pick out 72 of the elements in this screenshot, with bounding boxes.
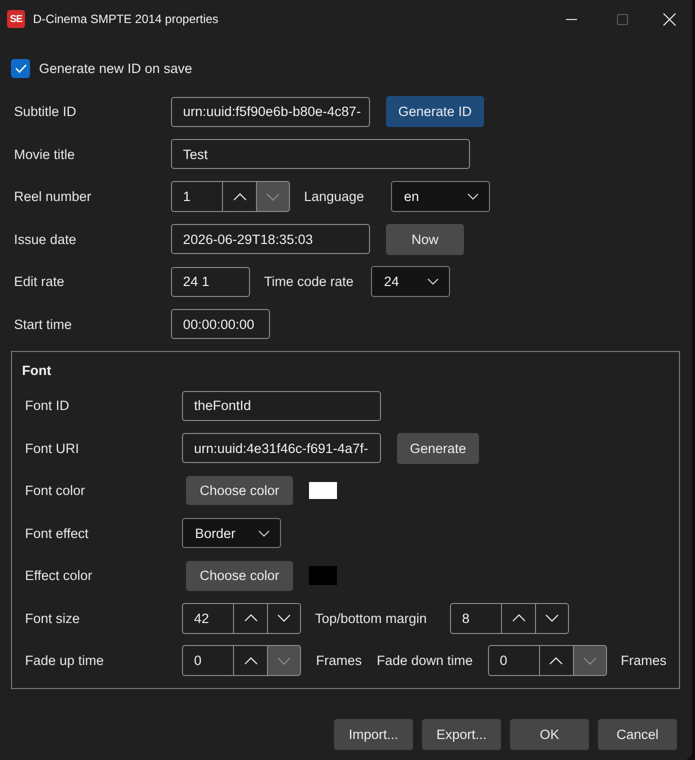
- chevron-up-icon: [244, 614, 258, 622]
- field-label: Issue date: [14, 232, 78, 246]
- field-label: Effect color: [25, 568, 94, 583]
- field-label: Font ID: [25, 398, 70, 413]
- chevron-down-icon: [427, 278, 439, 285]
- maximize-icon: [617, 14, 628, 24]
- unit-label: Frames: [316, 653, 362, 668]
- chevron-down-icon: [277, 656, 291, 664]
- generate-button[interactable]: Generate: [397, 432, 479, 464]
- generate-id-button[interactable]: Generate ID: [386, 96, 484, 127]
- increment-button[interactable]: [233, 645, 267, 676]
- decrement-button[interactable]: [267, 602, 301, 634]
- margin-input[interactable]: 8: [450, 602, 501, 634]
- unit-label: Frames: [620, 653, 667, 668]
- movie-title-field[interactable]: Test: [171, 139, 470, 169]
- edit-rate-field[interactable]: 24 1: [171, 266, 250, 296]
- language-dropdown[interactable]: en: [391, 181, 490, 212]
- field-label: Fade down time: [376, 653, 474, 668]
- chevron-down-icon: [258, 530, 270, 536]
- increment-button[interactable]: [501, 602, 535, 634]
- window-title: D-Cinema SMPTE 2014 properties: [33, 12, 218, 26]
- field-label: Edit rate: [14, 274, 66, 289]
- font-uri-field[interactable]: urn:uuid:4e31f46c-f691-4a7f-: [182, 433, 381, 463]
- increment-button[interactable]: [222, 181, 256, 212]
- group-title: Font: [22, 362, 52, 380]
- chevron-up-icon: [512, 614, 526, 622]
- font-id-field[interactable]: theFontId: [182, 390, 381, 420]
- dialog-button[interactable]: Cancel: [598, 719, 677, 750]
- font-effect-dropdown[interactable]: Border: [182, 518, 281, 548]
- dialog-button[interactable]: OK: [510, 719, 589, 750]
- subtitle-id-field[interactable]: urn:uuid:f5f90e6b-b80e-4c87-: [171, 96, 370, 126]
- fade-down-input[interactable]: 0: [488, 645, 539, 676]
- chevron-down-icon: [277, 614, 291, 622]
- start-time-field[interactable]: 00:00:00:00: [171, 309, 270, 339]
- font-size-input[interactable]: 42: [182, 602, 233, 634]
- reel-number-input[interactable]: 1: [171, 181, 222, 212]
- chevron-down-icon: [467, 193, 479, 200]
- field-label: Movie title: [14, 146, 76, 162]
- chevron-down-icon: [582, 656, 597, 664]
- minimize-icon: [566, 18, 577, 20]
- increment-button[interactable]: [538, 645, 573, 676]
- app-logo: SE: [7, 10, 25, 28]
- choose-color-button[interactable]: Choose color: [186, 560, 293, 590]
- dialog-button[interactable]: Import...: [334, 719, 413, 750]
- field-label: Reel number: [14, 189, 92, 204]
- field-label: Font size: [25, 610, 81, 626]
- field-label: Language: [304, 189, 366, 204]
- chevron-up-icon: [549, 656, 564, 664]
- decrement-button[interactable]: [535, 602, 569, 634]
- checkbox[interactable]: [11, 59, 30, 78]
- field-label: Font effect: [25, 526, 90, 540]
- issue-date-field[interactable]: 2026-06-29T18:35:03: [171, 224, 370, 254]
- chevron-up-icon: [232, 192, 246, 200]
- chevron-down-icon: [266, 192, 280, 200]
- field-label: Subtitle ID: [14, 104, 78, 119]
- choose-color-button[interactable]: Choose color: [186, 476, 293, 505]
- field-label: Start time: [14, 316, 73, 332]
- now-button[interactable]: Now: [386, 224, 464, 254]
- field-label: Time code rate: [264, 274, 355, 289]
- close-icon: [662, 12, 676, 26]
- field-label: Font color: [25, 483, 86, 498]
- field-label: Fade up time: [25, 653, 105, 668]
- dialog-button[interactable]: Export...: [422, 719, 501, 750]
- time-code-rate-dropdown[interactable]: 24: [371, 266, 450, 297]
- chevron-up-icon: [244, 656, 258, 664]
- field-label: Top/bottom margin: [315, 610, 428, 626]
- chevron-down-icon: [545, 614, 559, 622]
- field-label: Font URI: [25, 440, 80, 456]
- checkmark-icon: [14, 64, 26, 73]
- increment-button[interactable]: [233, 602, 267, 634]
- checkbox-label: Generate new ID on save: [39, 61, 192, 76]
- fade-up-input[interactable]: 0: [182, 645, 233, 676]
